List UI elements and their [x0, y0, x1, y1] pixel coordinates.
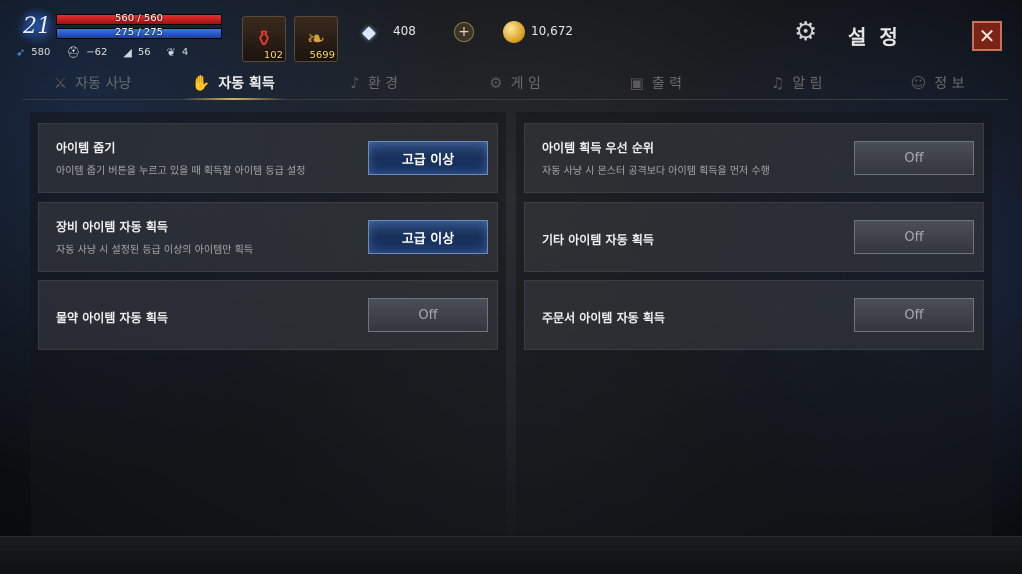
potion-icon: ⚱ — [254, 26, 274, 52]
boots-icon: ◢ — [123, 46, 132, 59]
mp-bar: 275 / 275 — [56, 27, 222, 39]
setting-description: 아이템 줍기 버튼을 누르고 있을 때 획득할 아이템 등급 설정 — [56, 166, 306, 177]
tab-environment[interactable]: ♪ 환 경 — [304, 66, 445, 99]
stat-evasion: ◢ 56 — [123, 46, 150, 59]
setting-potion-auto-pickup: 물약 아이템 자동 획득 Off — [38, 280, 498, 350]
setting-misc-auto-pickup: 기타 아이템 자동 획득 Off — [524, 202, 984, 272]
settings-gear-icon: ⚙ — [794, 17, 818, 47]
gear-icon: ⚙ — [489, 73, 503, 92]
setting-title: 물약 아이템 자동 획득 — [56, 311, 168, 325]
gold-count: 10,672 — [531, 24, 573, 38]
bell-icon: ♫ — [770, 73, 785, 92]
stat-weight-value: 4 — [181, 47, 189, 58]
sword-icon: ⚔ — [53, 73, 68, 92]
tab-game[interactable]: ⚙ 게 임 — [445, 66, 586, 99]
tab-label: 환 경 — [367, 75, 399, 92]
settings-tabs: ⚔ 자동 사냥 ✋ 자동 획득 ♪ 환 경 ⚙ 게 임 ▣ 출 력 ♫ 알 림 … — [22, 66, 1008, 100]
tab-auto-pickup[interactable]: ✋ 자동 획득 — [163, 66, 304, 100]
tab-notification[interactable]: ♫ 알 림 — [726, 66, 867, 99]
gold-coin-icon — [503, 21, 525, 43]
user-icon: ☺ — [910, 73, 927, 92]
hp-bar: 560 / 560 — [56, 13, 222, 25]
potion-count: 102 — [263, 50, 283, 61]
setting-title: 아이템 줍기 — [56, 141, 116, 155]
stats-row: ➶ 580 ⛑ −62 ◢ 56 ❦ 4 — [16, 46, 188, 59]
pickup-icon: ✋ — [191, 73, 211, 92]
tab-label: 정 보 — [934, 75, 965, 92]
priority-toggle-button[interactable]: Off — [854, 141, 974, 175]
setting-title: 기타 아이템 자동 획득 — [542, 233, 654, 247]
leaf-count: 5699 — [309, 50, 335, 61]
potion-toggle-button[interactable]: Off — [368, 298, 488, 332]
stat-speed: ➶ 580 — [16, 46, 50, 59]
tab-output[interactable]: ▣ 출 력 — [585, 66, 726, 99]
setting-item-pickup: 아이템 줍기 아이템 줍기 버튼을 누르고 있을 때 획득할 아이템 등급 설정… — [38, 123, 498, 193]
left-settings-panel: 아이템 줍기 아이템 줍기 버튼을 누르고 있을 때 획득할 아이템 등급 설정… — [30, 112, 506, 536]
stat-defense: ⛑ −62 — [66, 46, 107, 59]
hp-text: 560 / 560 — [115, 13, 163, 24]
stat-evasion-value: 56 — [137, 47, 151, 58]
close-button[interactable]: ✕ — [972, 21, 1002, 51]
setting-title: 주문서 아이템 자동 획득 — [542, 311, 665, 325]
music-note-icon: ♪ — [350, 73, 360, 92]
page-title: 설 정 — [848, 25, 901, 49]
potion-slot[interactable]: ⚱ 102 — [242, 16, 286, 62]
tab-label: 자동 사냥 — [75, 75, 132, 92]
wings-icon: ❦ — [166, 46, 176, 59]
setting-scroll-auto-pickup: 주문서 아이템 자동 획득 Off — [524, 280, 984, 350]
setting-description: 자동 사냥 시 몬스터 공격보다 아이템 획득을 먼저 수행 — [542, 166, 770, 177]
setting-pickup-priority: 아이템 획득 우선 순위 자동 사냥 시 몬스터 공격보다 아이템 획득을 먼저… — [524, 123, 984, 193]
scroll-toggle-button[interactable]: Off — [854, 298, 974, 332]
leaf-icon: ❧ — [306, 26, 326, 52]
tab-label: 알 림 — [792, 75, 823, 92]
speed-icon: ➶ — [16, 46, 26, 59]
setting-title: 아이템 획득 우선 순위 — [542, 141, 654, 155]
setting-title: 장비 아이템 자동 획득 — [56, 220, 168, 234]
leaf-slot[interactable]: ❧ 5699 — [294, 16, 338, 62]
setting-description: 자동 사냥 시 설정된 등급 이상의 아이템만 획득 — [56, 245, 254, 256]
tab-label: 자동 획득 — [218, 75, 275, 92]
box-icon: ▣ — [629, 73, 644, 92]
tab-info[interactable]: ☺ 정 보 — [867, 66, 1008, 99]
setting-equipment-auto-pickup: 장비 아이템 자동 획득 자동 사냥 시 설정된 등급 이상의 아이템만 획득 … — [38, 202, 498, 272]
stat-speed-value: 580 — [31, 47, 51, 58]
tab-label: 출 력 — [651, 75, 683, 92]
top-hud: 21 560 / 560 275 / 275 ➶ 580 ⛑ −62 ◢ 56 … — [0, 0, 1022, 66]
tab-auto-hunt[interactable]: ⚔ 자동 사냥 — [22, 66, 163, 99]
right-settings-panel: 아이템 획득 우선 순위 자동 사냥 시 몬스터 공격보다 아이템 획득을 먼저… — [516, 112, 992, 536]
misc-toggle-button[interactable]: Off — [854, 220, 974, 254]
stat-weight: ❦ 4 — [167, 46, 189, 59]
stat-defense-value: −62 — [86, 47, 108, 58]
add-currency-button[interactable]: + — [454, 22, 474, 42]
bottom-bar — [0, 536, 1022, 574]
diamond-count: 408 — [393, 24, 416, 38]
mp-text: 275 / 275 — [115, 27, 163, 38]
pickup-grade-button[interactable]: 고급 이상 — [368, 141, 488, 175]
level-badge: 21 — [14, 8, 60, 44]
equipment-grade-button[interactable]: 고급 이상 — [368, 220, 488, 254]
helmet-icon: ⛑ — [66, 46, 81, 59]
diamond-icon: ◆ — [362, 22, 376, 43]
tab-label: 게 임 — [510, 75, 541, 92]
